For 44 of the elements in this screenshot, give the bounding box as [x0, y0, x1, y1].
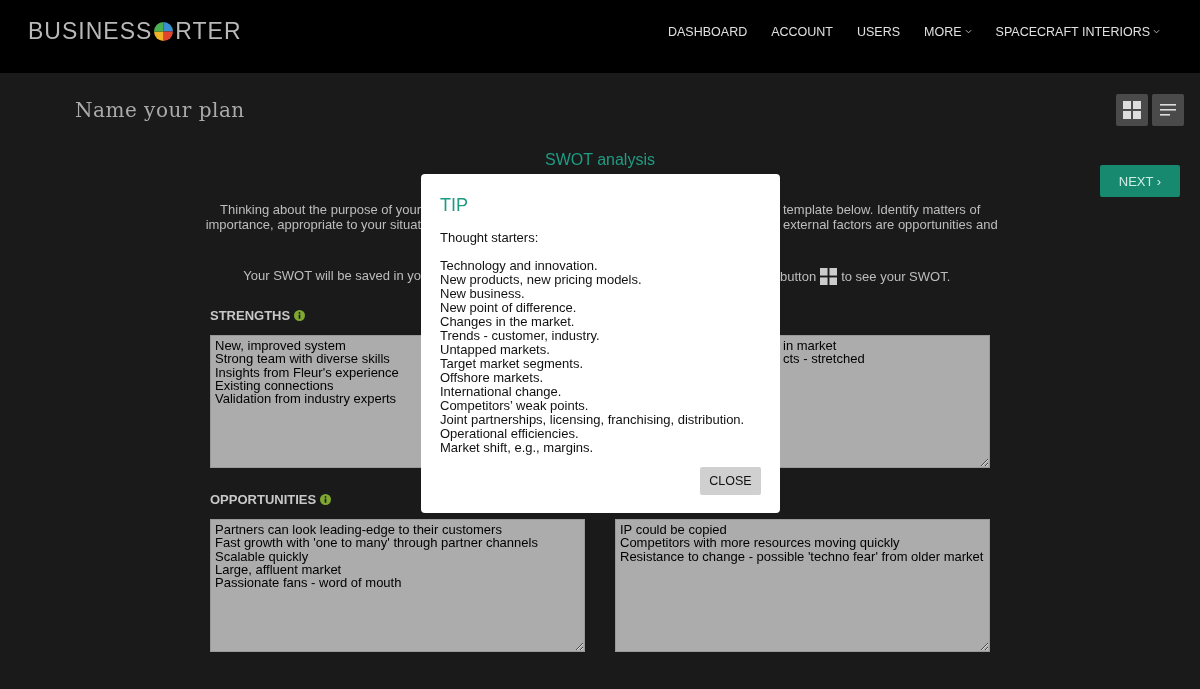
dialog-text: Thought starters:: [440, 231, 540, 245]
tip-item: Changes in the market.: [440, 315, 576, 329]
nav-link[interactable]: USERS: [857, 24, 901, 39]
list-view-button[interactable]: [1152, 94, 1184, 126]
tip-item: Technology and innovation.: [440, 259, 599, 273]
logo-text: BUSINESS: [28, 18, 153, 45]
save-note-text: to see your SWOT.: [841, 269, 951, 284]
info-icon[interactable]: [320, 493, 332, 505]
tip-item: New products, new pricing models.: [440, 273, 643, 287]
grid-view-button[interactable]: [1116, 94, 1148, 126]
nav-link[interactable]: MORE: [924, 24, 972, 39]
tip-item: International change.: [440, 385, 563, 399]
intro-text: Thinking about the purpose of your: [220, 202, 421, 217]
section-heading: SWOT analysis: [544, 151, 656, 169]
save-note-text: Your SWOT will be saved in yo: [243, 268, 421, 285]
grid-icon: [820, 268, 838, 285]
quadrant-label: OPPORTUNITIES: [210, 491, 317, 507]
plan-title[interactable]: Name your plan: [75, 98, 245, 122]
nav-link[interactable]: DASHBOARD: [668, 24, 748, 39]
caret-icon: [964, 29, 972, 34]
swot-text-area[interactable]: Partners can look leading-edge to their customers Fast growth with 'one to many' through partner channels Scalable quickly Large, affluent market Passionate fans - word of mouth: [210, 519, 585, 652]
tip-item: Operational efficiencies.: [440, 427, 579, 441]
color-wheel-icon: [154, 22, 174, 41]
nav-link[interactable]: ACCOUNT: [771, 24, 833, 39]
logo-text: RTER: [175, 18, 242, 45]
save-note-text: button: [780, 269, 817, 284]
info-icon[interactable]: [294, 309, 306, 321]
close-button[interactable]: CLOSE: [700, 467, 761, 495]
tip-item: New business.: [440, 287, 526, 301]
quadrant-label: STRENGTHS: [210, 307, 291, 323]
intro-text: template below. Identify matters of: [782, 202, 981, 217]
tip-item: New point of difference.: [440, 301, 578, 315]
intro-text: external factors are opportunities and: [782, 217, 998, 232]
caret-icon: [1153, 29, 1160, 34]
swot-text-area[interactable]: IP could be copied Competitors with more resources moving quickly Resistance to change - possible 'techno fear' from older market: [615, 519, 990, 652]
next-button[interactable]: NEXT ›: [1100, 165, 1180, 197]
nav-link[interactable]: SPACECRAFT INTERIORS: [995, 24, 1160, 39]
tip-item: Untapped markets.: [440, 343, 551, 357]
tip-item: Offshore markets.: [440, 371, 544, 385]
lines-icon: [1160, 104, 1176, 116]
tip-item: Target market segments.: [440, 357, 585, 371]
intro-text: importance, appropriate to your situat: [205, 217, 421, 232]
dialog-title: TIP: [440, 194, 469, 216]
grid-icon: [1123, 101, 1141, 119]
